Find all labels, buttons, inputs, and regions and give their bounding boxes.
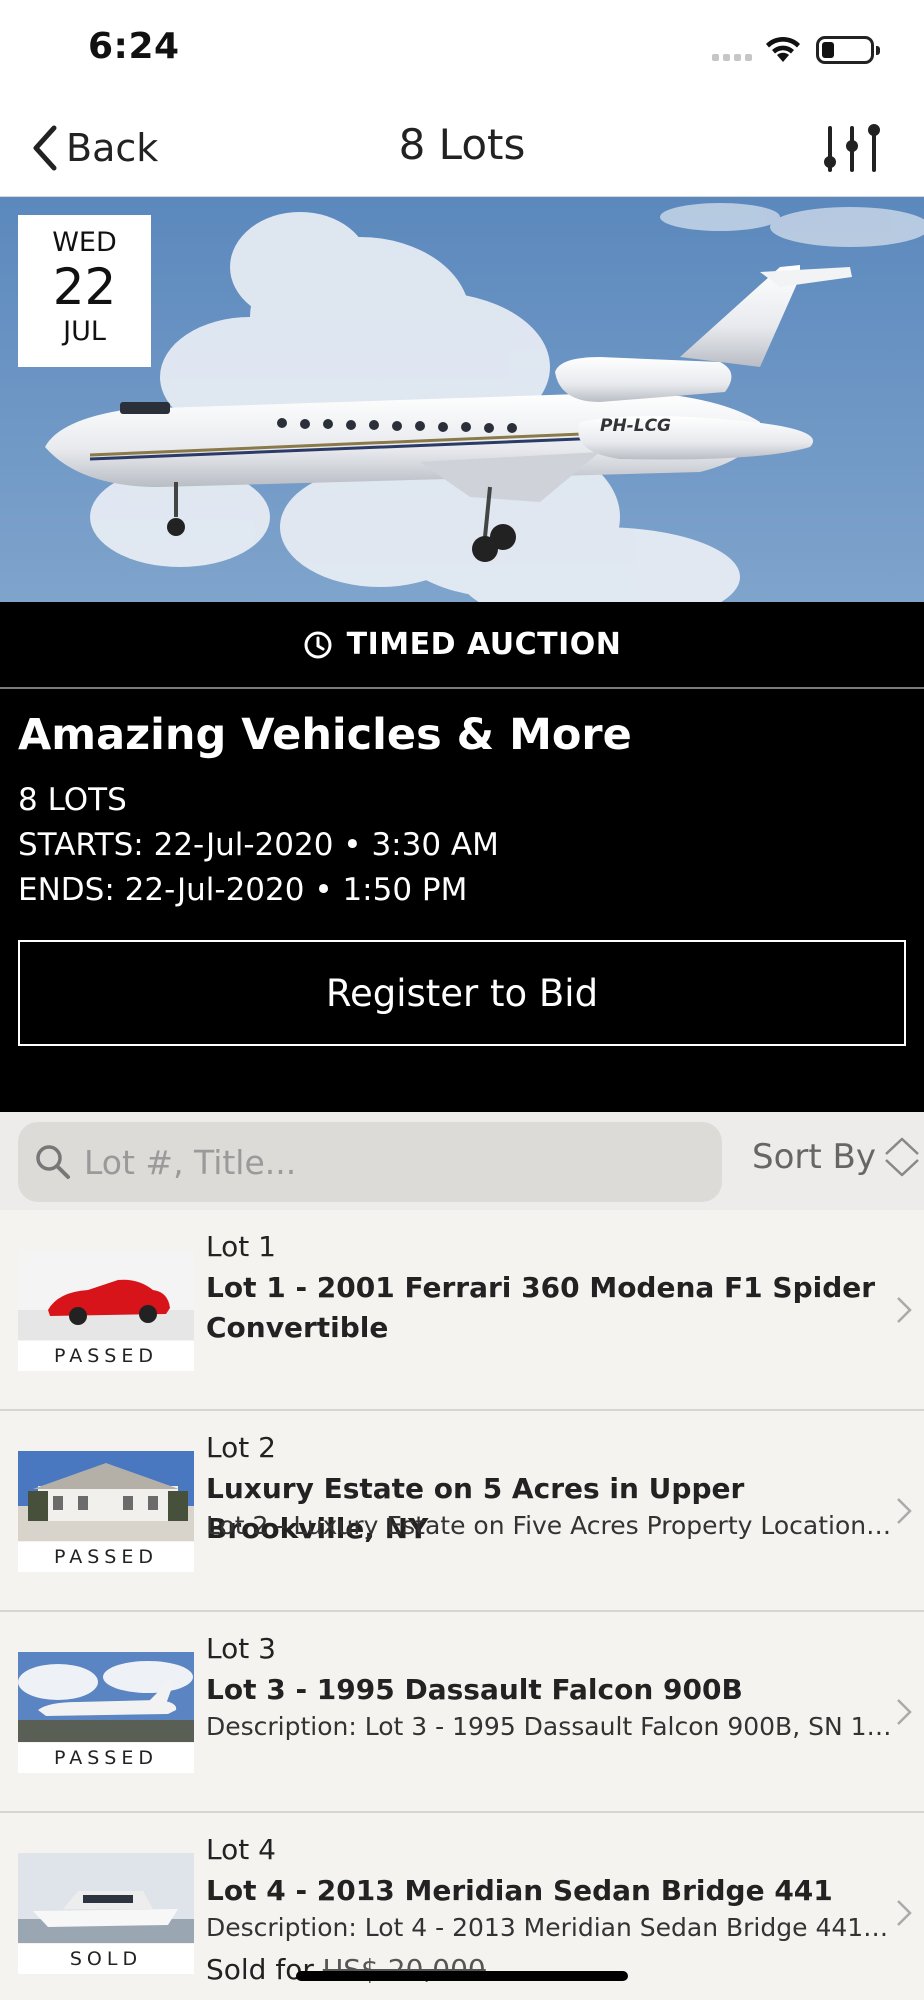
auction-end-time: ENDS: 22-Jul-2020 • 1:50 PM xyxy=(18,872,468,908)
search-field[interactable] xyxy=(18,1122,722,1202)
date-badge: WED 22 JUL xyxy=(18,215,151,367)
battery-icon xyxy=(816,36,880,64)
lot-list: PASSED Lot 1 Lot 1 - 2001 Ferrari 360 Mo… xyxy=(0,1210,924,2000)
sort-label: Sort By xyxy=(752,1137,876,1177)
lot-description: Lot 2 - Luxury Estate on Five Acres Prop… xyxy=(206,1511,896,1540)
navigation-bar: Back 8 Lots xyxy=(0,100,924,197)
clock-icon xyxy=(304,631,332,658)
chevron-right-icon xyxy=(897,1900,912,1926)
wifi-icon xyxy=(766,36,800,62)
sliders-icon xyxy=(824,124,880,172)
lot-thumbnail-ferrari xyxy=(18,1250,194,1340)
search-input[interactable] xyxy=(84,1142,684,1182)
search-icon xyxy=(36,1145,70,1179)
status-time: 6:24 xyxy=(88,26,180,67)
sold-prefix: Sold for xyxy=(206,1953,323,1986)
auction-title: Amazing Vehicles & More xyxy=(18,710,632,760)
sold-amount: US$ 20,000 xyxy=(322,1953,486,1986)
chevron-right-icon xyxy=(897,1297,912,1323)
auction-lot-count: 8 LOTS xyxy=(18,782,127,818)
chevron-right-icon xyxy=(897,1699,912,1725)
auction-type-label: TIMED AUCTION xyxy=(346,627,622,662)
filter-button[interactable] xyxy=(822,118,884,180)
date-month: JUL xyxy=(63,316,106,347)
lot-description: Description: Lot 3 - 1995 Dassault Falco… xyxy=(206,1712,896,1741)
date-day: 22 xyxy=(52,258,117,316)
cellular-signal-icon xyxy=(712,54,752,61)
lot-number: Lot 3 xyxy=(206,1632,276,1665)
chevron-right-icon xyxy=(897,1498,912,1524)
lot-thumbnail-yacht xyxy=(18,1853,194,1943)
auction-hero-image: PH-LCG WED 22 JUL xyxy=(0,197,924,602)
auction-start-time: STARTS: 22-Jul-2020 • 3:30 AM xyxy=(18,827,499,863)
lot-thumbnail-jet xyxy=(18,1652,194,1742)
page-title: 8 Lots xyxy=(398,120,526,169)
sort-by-button[interactable]: Sort By xyxy=(752,1134,922,1180)
lot-status-badge: PASSED xyxy=(18,1341,194,1371)
sort-arrows-icon xyxy=(885,1137,919,1177)
lot-status-badge: PASSED xyxy=(18,1542,194,1572)
lot-number: Lot 4 xyxy=(206,1833,276,1866)
aircraft-registration: PH-LCG xyxy=(600,416,671,436)
lot-row-1[interactable]: PASSED Lot 1 Lot 1 - 2001 Ferrari 360 Mo… xyxy=(0,1210,924,1411)
lot-title: Lot 4 - 2013 Meridian Sedan Bridge 441 xyxy=(206,1874,833,1907)
lot-title: Lot 3 - 1995 Dassault Falcon 900B xyxy=(206,1673,743,1706)
lot-row-2[interactable]: PASSED Lot 2 Luxury Estate on 5 Acres in… xyxy=(0,1411,924,1612)
lot-number: Lot 2 xyxy=(206,1431,276,1464)
auction-info: TIMED AUCTION Amazing Vehicles & More 8 … xyxy=(0,602,924,1112)
lot-description: Description: Lot 4 - 2013 Meridian Sedan… xyxy=(206,1913,896,1942)
home-indicator[interactable] xyxy=(296,1971,628,1981)
auction-type-row: TIMED AUCTION xyxy=(0,602,924,689)
lot-number: Lot 1 xyxy=(206,1230,276,1263)
register-to-bid-button[interactable]: Register to Bid xyxy=(18,940,906,1046)
lot-thumbnail-estate xyxy=(18,1451,194,1541)
date-weekday: WED xyxy=(52,227,117,258)
lot-sold-price: Sold for US$ 20,000 xyxy=(206,1953,486,1986)
lot-status-badge: SOLD xyxy=(18,1944,194,1974)
lot-status-badge: PASSED xyxy=(18,1743,194,1773)
lot-title: Lot 1 - 2001 Ferrari 360 Modena F1 Spide… xyxy=(206,1271,876,1344)
lot-row-3[interactable]: PASSED Lot 3 Lot 3 - 1995 Dassault Falco… xyxy=(0,1612,924,1813)
status-bar: 6:24 xyxy=(0,0,924,100)
search-sort-bar: Sort By xyxy=(0,1112,924,1210)
